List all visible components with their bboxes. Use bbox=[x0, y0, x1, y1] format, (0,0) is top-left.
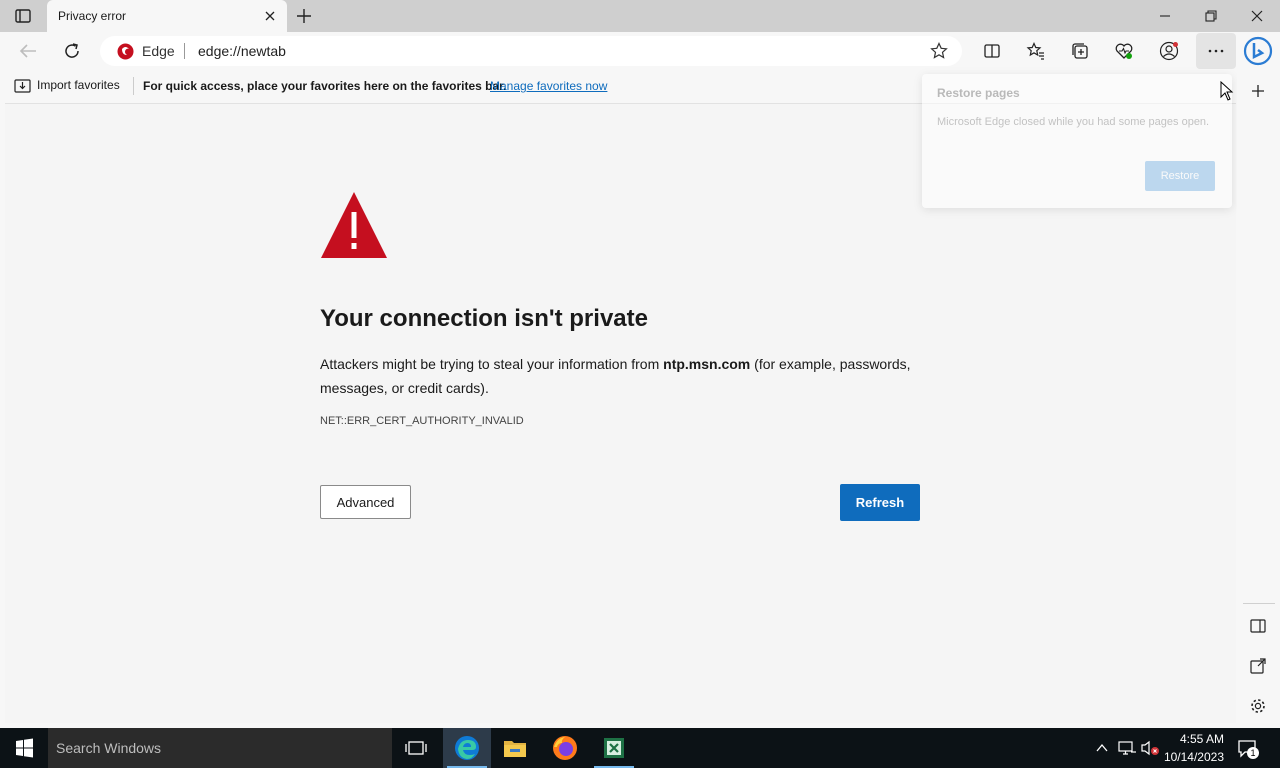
browser-essentials-icon[interactable] bbox=[1114, 41, 1134, 61]
split-screen-icon[interactable] bbox=[982, 41, 1002, 61]
clock-date[interactable]: 10/14/2023 bbox=[1160, 750, 1224, 764]
refresh-button[interactable]: Refresh bbox=[840, 484, 920, 521]
error-host: ntp.msn.com bbox=[663, 356, 751, 372]
windows-start-icon[interactable] bbox=[0, 728, 48, 768]
toolbar: Edge edge://newtab bbox=[0, 32, 1280, 70]
refresh-icon[interactable] bbox=[62, 41, 82, 61]
settings-and-more-button[interactable] bbox=[1196, 33, 1236, 69]
bing-chat-icon[interactable] bbox=[1243, 35, 1273, 67]
restore-pages-popup: Restore pages Microsoft Edge closed whil… bbox=[922, 74, 1232, 208]
taskbar-firefox-app[interactable] bbox=[541, 728, 589, 768]
advanced-button[interactable]: Advanced bbox=[320, 485, 411, 519]
task-view-icon bbox=[405, 741, 427, 755]
taskbar-excel-app[interactable] bbox=[590, 728, 638, 768]
error-code[interactable]: NET::ERR_CERT_AUTHORITY_INVALID bbox=[320, 415, 524, 427]
favorites-icon[interactable] bbox=[1026, 41, 1046, 61]
tab-privacy-error[interactable]: Privacy error bbox=[47, 0, 287, 32]
new-tab-icon[interactable] bbox=[295, 7, 313, 25]
warning-site-icon[interactable] bbox=[117, 43, 134, 60]
sidebar-settings-gear-icon[interactable] bbox=[1249, 697, 1267, 715]
file-explorer-icon bbox=[504, 741, 526, 757]
excel-icon bbox=[604, 738, 624, 758]
firefox-icon bbox=[553, 736, 577, 760]
hide-sidebar-icon[interactable] bbox=[1249, 617, 1267, 635]
add-sidebar-app-icon[interactable] bbox=[1249, 82, 1267, 100]
taskbar-search-box[interactable]: Search Windows bbox=[48, 728, 392, 768]
add-favorite-star-icon[interactable] bbox=[930, 42, 948, 60]
taskbar-file-explorer-app[interactable] bbox=[491, 728, 539, 768]
minimize-icon[interactable] bbox=[1157, 8, 1173, 24]
manage-favorites-link[interactable]: Manage favorites now bbox=[490, 79, 607, 93]
tab-strip: Privacy error bbox=[0, 0, 1280, 32]
restore-window-icon[interactable] bbox=[1203, 8, 1219, 24]
address-divider bbox=[184, 43, 185, 59]
volume-muted-icon[interactable] bbox=[1140, 740, 1160, 756]
import-icon bbox=[14, 79, 31, 93]
warning-triangle-icon bbox=[321, 192, 387, 258]
restore-pages-title: Restore pages bbox=[937, 86, 1020, 100]
profile-avatar-icon[interactable] bbox=[1159, 41, 1179, 61]
site-info-label[interactable]: Edge bbox=[142, 43, 175, 59]
back-arrow-icon[interactable] bbox=[18, 42, 38, 60]
restore-button[interactable]: Restore bbox=[1145, 161, 1215, 191]
address-bar[interactable]: Edge edge://newtab bbox=[100, 36, 962, 66]
error-heading: Your connection isn't private bbox=[320, 305, 648, 332]
clock-time[interactable]: 4:55 AM bbox=[1160, 732, 1224, 746]
show-hidden-icons-chevron-icon[interactable] bbox=[1095, 742, 1109, 754]
tab-actions-icon[interactable] bbox=[14, 8, 32, 24]
favorites-divider bbox=[133, 77, 134, 95]
edge-sidebar bbox=[1237, 70, 1280, 728]
tab-close-icon[interactable] bbox=[263, 9, 277, 23]
open-external-icon[interactable] bbox=[1249, 657, 1267, 675]
error-description: Attackers might be trying to steal your … bbox=[320, 352, 920, 400]
url-text[interactable]: edge://newtab bbox=[198, 43, 286, 59]
restore-pages-message: Microsoft Edge closed while you had some… bbox=[937, 116, 1210, 128]
ellipsis-icon bbox=[1208, 49, 1224, 53]
task-view-button[interactable] bbox=[392, 728, 440, 768]
edge-icon bbox=[455, 736, 479, 760]
notification-count-badge: 1 bbox=[1247, 747, 1259, 759]
import-favorites-label: Import favorites bbox=[37, 78, 120, 92]
close-window-icon[interactable] bbox=[1249, 8, 1265, 24]
tab-title: Privacy error bbox=[58, 9, 127, 23]
import-favorites-button[interactable]: Import favorites bbox=[14, 78, 120, 93]
sidebar-divider bbox=[1243, 603, 1275, 604]
mouse-cursor-icon bbox=[1220, 81, 1234, 101]
favorites-hint: For quick access, place your favorites h… bbox=[143, 79, 507, 93]
collections-icon[interactable] bbox=[1070, 41, 1090, 61]
taskbar-edge-app[interactable] bbox=[443, 728, 491, 768]
error-desc-text-before: Attackers might be trying to steal your … bbox=[320, 356, 664, 372]
action-center-button[interactable]: 1 bbox=[1236, 738, 1260, 760]
taskbar-search-placeholder: Search Windows bbox=[56, 740, 162, 756]
network-icon[interactable] bbox=[1117, 740, 1137, 756]
windows-taskbar: Search Windows 4:55 AM 10/14/2023 1 bbox=[0, 728, 1280, 768]
